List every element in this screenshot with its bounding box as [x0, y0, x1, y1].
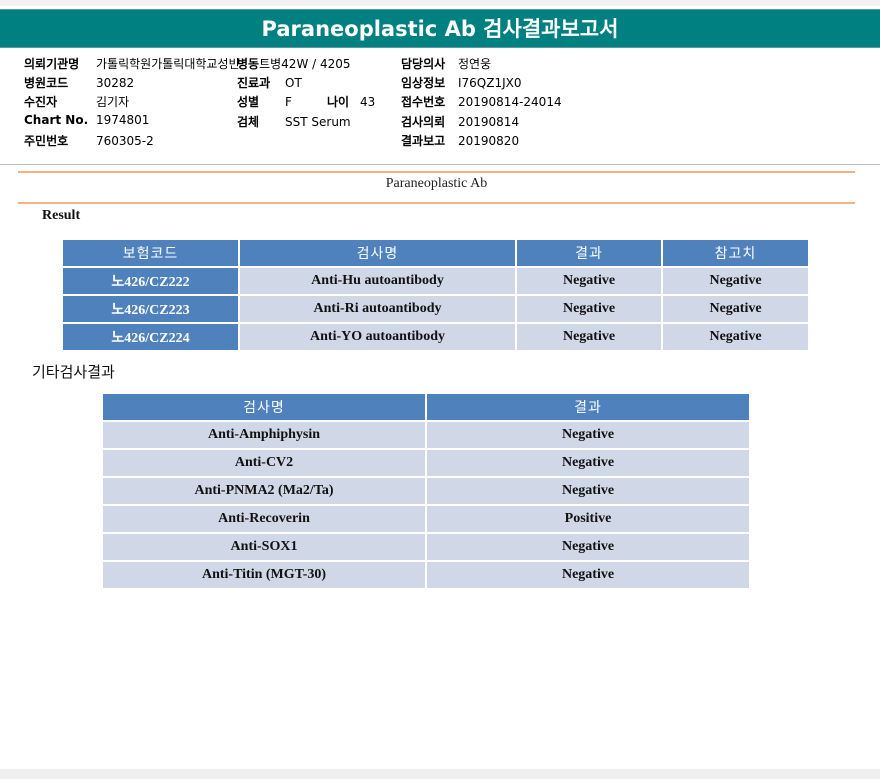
result-table-header: 보험코드 검사명 결과 참고치 — [63, 240, 808, 266]
info-label: 검체 — [237, 114, 260, 129]
info-value: OT — [285, 76, 302, 91]
section-bottom-rule — [18, 202, 855, 204]
info-row-receipt-no: 접수번호 20190814-24014 — [401, 93, 621, 112]
result-cell: Negative — [517, 324, 661, 350]
table-row: Anti-CV2 Negative — [103, 450, 749, 476]
info-label: 주민번호 — [24, 133, 69, 148]
result-cell: Negative — [517, 268, 661, 294]
patient-info-column-2: 병동트병42W / 4205 진료과 OT 성별 F 나이 43 검체 SST Serum — [237, 55, 397, 132]
insurance-code-cell: 노426/CZ223 — [63, 296, 238, 322]
table-row: Anti-SOX1 Negative — [103, 534, 749, 560]
patient-info-column-3: 담당의사 정연웅 임상정보 I76QZ1JX0 접수번호 20190814-24014… — [401, 55, 621, 151]
patient-info-column-1: 의뢰기관명 가톨릭학원가톨릭대학교성빈 병원코드 30282 수진자 김기자 Char… — [24, 55, 254, 151]
test-name-cell: Anti-CV2 — [103, 450, 425, 476]
report-title: Paraneoplastic Ab 검사결과보고서 — [0, 9, 880, 48]
info-value: 760305-2 — [96, 133, 154, 148]
result-label: Result — [42, 208, 81, 223]
info-label: 의뢰기관명 — [24, 57, 80, 71]
info-row-department: 진료과 OT — [237, 74, 397, 93]
table-row: Anti-Titin (MGT-30) Negative — [103, 562, 749, 588]
header-test-name: 검사명 — [103, 394, 425, 420]
info-label: 병원코드 — [24, 76, 69, 91]
test-name-cell: Anti-Titin (MGT-30) — [103, 562, 425, 588]
result-cell: Negative — [427, 450, 749, 476]
header-insurance-code: 보험코드 — [63, 240, 238, 266]
info-row-ward: 병동트병42W / 4205 — [237, 55, 397, 74]
test-name-cell: Anti-SOX1 — [103, 534, 425, 560]
header-result: 결과 — [427, 394, 749, 420]
info-label: 검사의뢰 — [401, 114, 446, 129]
test-name-cell: Anti-Amphiphysin — [103, 422, 425, 448]
insurance-code-cell: 노426/CZ222 — [63, 268, 238, 294]
info-value: 20190814 — [458, 114, 520, 129]
table-row: Anti-PNMA2 (Ma2/Ta) Negative — [103, 478, 749, 504]
window-bottom-edge — [0, 769, 880, 779]
insurance-code-cell: 노426/CZ224 — [63, 324, 238, 350]
info-row-resident-no: 주민번호 760305-2 — [24, 132, 254, 151]
result-cell: Negative — [517, 296, 661, 322]
info-row-patient: 수진자 김기자 — [24, 93, 254, 112]
result-cell: Negative — [427, 422, 749, 448]
info-label: 접수번호 — [401, 95, 446, 110]
section-top-rule — [18, 171, 855, 173]
test-name-cell: Anti-Recoverin — [103, 506, 425, 532]
info-divider — [0, 164, 880, 165]
header-test-name: 검사명 — [240, 240, 515, 266]
info-label: 결과보고 — [401, 133, 446, 148]
info-label-age: 나이 — [327, 95, 350, 110]
info-label: 수진자 — [24, 95, 58, 110]
info-row-report-date: 결과보고 20190820 — [401, 132, 621, 151]
result-table: 보험코드 검사명 결과 참고치 노426/CZ222 Anti-Hu autoa… — [61, 238, 810, 352]
info-row-hospital-code: 병원코드 30282 — [24, 74, 254, 93]
reference-cell: Negative — [663, 268, 808, 294]
info-label: 병동 — [237, 57, 260, 71]
table-row: 노426/CZ223 Anti-Ri autoantibody Negative… — [63, 296, 808, 322]
info-row-request-date: 검사의뢰 20190814 — [401, 113, 621, 132]
info-label: Chart No. — [24, 112, 89, 127]
table-row: Anti-Recoverin Positive — [103, 506, 749, 532]
other-table-header: 검사명 결과 — [103, 394, 749, 420]
info-value: 정연웅 — [458, 57, 492, 71]
info-label: 담당의사 — [401, 57, 446, 71]
info-value: 20190820 — [458, 133, 520, 148]
info-row-doctor: 담당의사 정연웅 — [401, 55, 621, 74]
test-name-cell: Anti-Ri autoantibody — [240, 296, 515, 322]
info-row-specimen: 검체 SST Serum — [237, 113, 397, 132]
result-cell: Negative — [427, 534, 749, 560]
test-name-cell: Anti-YO autoantibody — [240, 324, 515, 350]
info-value: 김기자 — [96, 95, 130, 110]
result-cell: Negative — [427, 562, 749, 588]
info-row-sex-age: 성별 F 나이 43 — [237, 93, 397, 112]
info-label: 진료과 — [237, 76, 271, 91]
info-value: F — [285, 95, 292, 110]
table-row: Anti-Amphiphysin Negative — [103, 422, 749, 448]
info-row-institution: 의뢰기관명 가톨릭학원가톨릭대학교성빈 — [24, 55, 254, 74]
info-value-age: 43 — [360, 95, 376, 110]
info-label: 성별 — [237, 95, 260, 110]
section-title: Paraneoplastic Ab — [385, 176, 488, 191]
header-result: 결과 — [517, 240, 661, 266]
table-row: 노426/CZ224 Anti-YO autoantibody Negative… — [63, 324, 808, 350]
info-value: 30282 — [96, 76, 135, 91]
other-tests-label: 기타검사결과 — [32, 363, 115, 381]
table-row: 노426/CZ222 Anti-Hu autoantibody Negative… — [63, 268, 808, 294]
info-label: 임상정보 — [401, 76, 446, 91]
info-row-chart-no: Chart No. 1974801 — [24, 113, 254, 132]
reference-cell: Negative — [663, 296, 808, 322]
other-tests-table: 검사명 결과 Anti-Amphiphysin Negative Anti-CV… — [101, 392, 751, 590]
info-value: SST Serum — [285, 114, 351, 129]
result-cell: Negative — [427, 478, 749, 504]
reference-cell: Negative — [663, 324, 808, 350]
header-reference: 참고치 — [663, 240, 808, 266]
test-name-cell: Anti-Hu autoantibody — [240, 268, 515, 294]
result-cell: Positive — [427, 506, 749, 532]
info-row-clinical-info: 임상정보 I76QZ1JX0 — [401, 74, 621, 93]
info-value: 1974801 — [96, 112, 150, 127]
window-top-edge — [0, 0, 880, 6]
info-value: I76QZ1JX0 — [458, 76, 522, 91]
info-value: 20190814-24014 — [458, 95, 562, 110]
test-name-cell: Anti-PNMA2 (Ma2/Ta) — [103, 478, 425, 504]
info-value: 가톨릭학원가톨릭대학교성빈 — [96, 57, 240, 71]
info-value: 트병42W / 4205 — [259, 57, 351, 71]
